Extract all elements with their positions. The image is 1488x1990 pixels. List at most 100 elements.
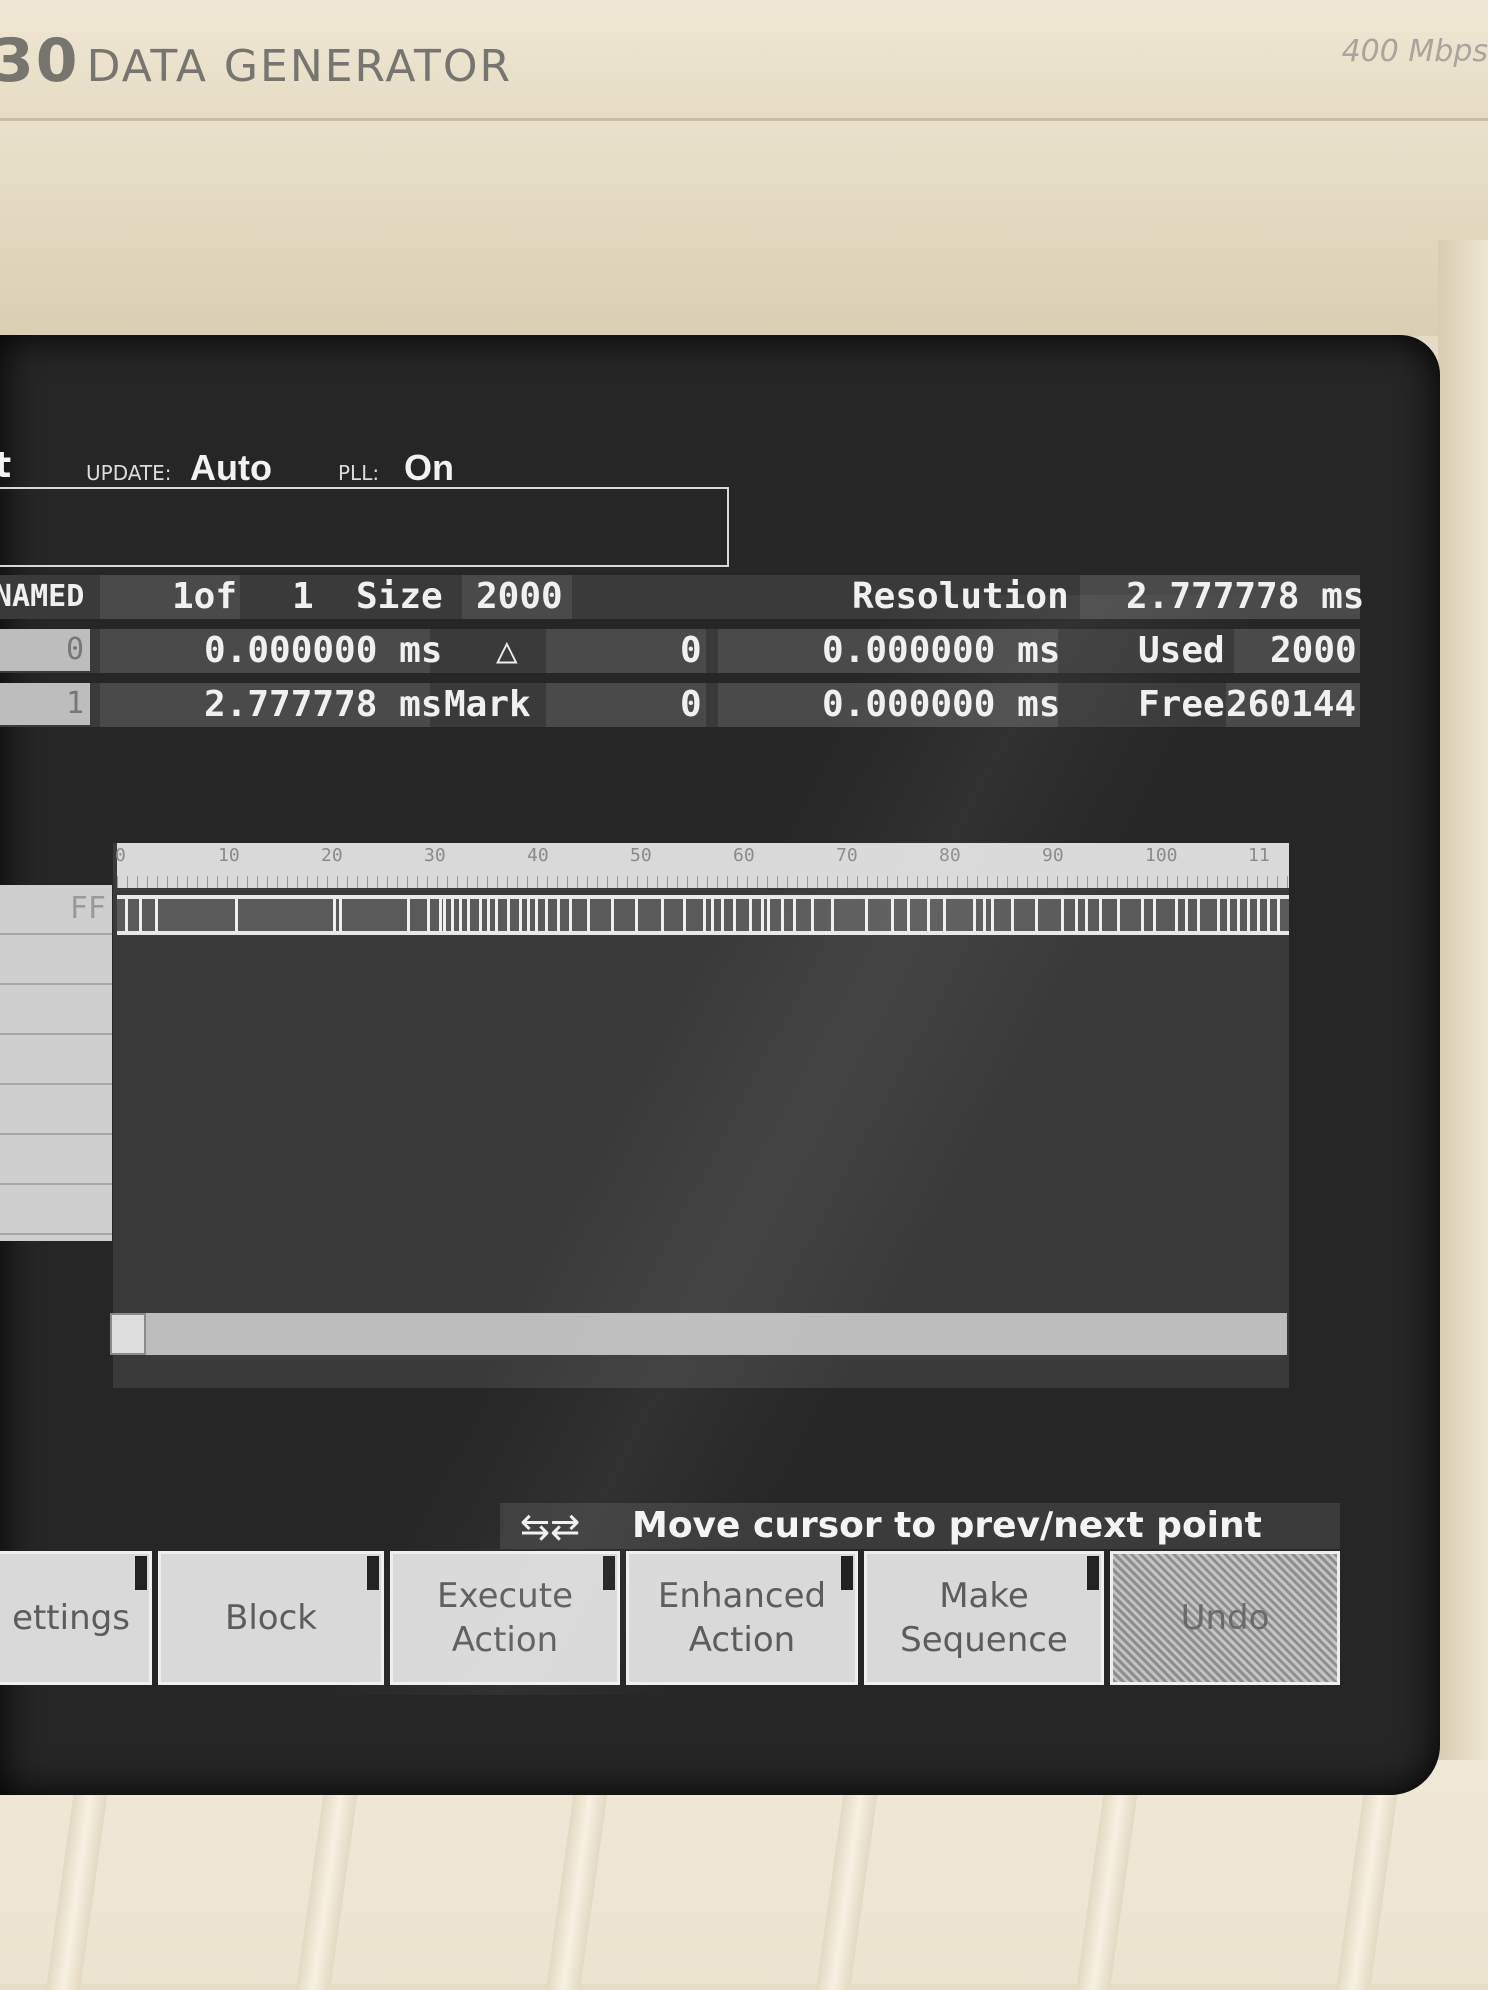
bus-transition	[1153, 899, 1156, 931]
bus-transition	[1185, 899, 1188, 931]
bus-transition	[1217, 899, 1220, 931]
block-softkey[interactable]: Block	[158, 1551, 384, 1685]
bus-transition	[1237, 899, 1240, 931]
submenu-indicator-icon	[135, 1556, 147, 1590]
bus-transition	[749, 899, 752, 931]
bezel-frame	[0, 121, 1488, 336]
ruler-tick-label: 60	[733, 845, 755, 866]
block-total: 1	[292, 576, 314, 617]
ruler-tick-label: 30	[424, 845, 446, 866]
bus-transition	[1175, 899, 1178, 931]
size-value: 2000	[476, 576, 563, 617]
block-info-row: NAMED 1of 1 Size 2000 Resolution 2.77777…	[0, 575, 1364, 619]
free-label: Free	[1138, 684, 1225, 725]
channel-row[interactable]	[0, 985, 112, 1035]
bus-transition	[535, 899, 538, 931]
execute-action-softkey[interactable]: Execute Action	[390, 1551, 620, 1685]
enhanced-action-softkey[interactable]: Enhanced Action	[626, 1551, 858, 1685]
ruler-tick-label: 80	[939, 845, 961, 866]
channel-row[interactable]	[0, 935, 112, 985]
instrument-top-panel: 30 DATA GENERATOR 400 Mbps	[0, 0, 1488, 121]
ruler-tick-label: 50	[630, 845, 652, 866]
channel-row[interactable]	[0, 1135, 112, 1185]
bus-transition	[1075, 899, 1078, 931]
mark-value: 0	[680, 684, 702, 725]
help-text: Move cursor to prev/next point	[632, 1505, 1262, 1546]
bus-transition	[1277, 899, 1280, 931]
bus-transition	[761, 899, 764, 931]
bus-transition	[683, 899, 686, 931]
make-sequence-softkey[interactable]: Make Sequence	[864, 1551, 1104, 1685]
cursor2-time: 2.777778 ms	[204, 684, 443, 725]
update-value[interactable]: Auto	[190, 447, 272, 489]
bus-transition	[545, 899, 548, 931]
used-label: Used	[1138, 630, 1225, 671]
bus-transition	[831, 899, 834, 931]
bus-transition	[1257, 899, 1260, 931]
ruler-tick-label: 70	[836, 845, 858, 866]
bus-transition	[495, 899, 498, 931]
ruler-tick-label: 100	[1145, 845, 1178, 866]
bus-transition	[339, 899, 342, 931]
waveform-transitions	[117, 899, 1289, 931]
bus-transition	[781, 899, 784, 931]
ruler-minor-ticks	[117, 876, 1289, 888]
bus-transition	[991, 899, 994, 931]
channel-row[interactable]	[0, 1085, 112, 1135]
horizontal-scrollbar[interactable]	[110, 1313, 1287, 1355]
model-name: DATA GENERATOR	[86, 41, 513, 92]
bus-transition	[793, 899, 796, 931]
pll-value[interactable]: On	[404, 447, 454, 489]
bus-transition	[865, 899, 868, 931]
bus-transition	[125, 899, 128, 931]
display-screen: t UPDATE: Auto PLL: On NAMED 1of 1 Size …	[0, 335, 1440, 1795]
channel-row[interactable]	[0, 1035, 112, 1085]
bus-transition	[467, 899, 470, 931]
bus-transition	[907, 899, 910, 931]
help-bar: ⇆⇄ Move cursor to prev/next point	[500, 1503, 1340, 1549]
free-value: 260144	[1226, 684, 1357, 725]
bus-transition	[1117, 899, 1120, 931]
bus-transition	[235, 899, 238, 931]
cursor2-box[interactable]: 1	[0, 683, 90, 725]
bus-transition	[519, 899, 522, 931]
delta-time: 0.000000 ms	[822, 630, 1061, 671]
bus-transition	[443, 899, 446, 931]
model-number: 30	[0, 26, 80, 96]
speed-label: 400 Mbps	[1341, 34, 1488, 69]
bus-transition	[943, 899, 946, 931]
bus-transition	[407, 899, 410, 931]
settings-softkey[interactable]: ettings	[0, 1551, 152, 1685]
submenu-indicator-icon	[1087, 1556, 1099, 1590]
bus-transition	[1011, 899, 1014, 931]
softkey-label: Enhanced Action	[657, 1575, 827, 1660]
bus-transition	[155, 899, 158, 931]
cursor1-box[interactable]: 0	[0, 629, 90, 671]
bus-transition	[439, 899, 442, 931]
bus-transition	[973, 899, 976, 931]
ruler-tick-label: 20	[321, 845, 343, 866]
waveform-bus[interactable]	[117, 895, 1289, 935]
submenu-indicator-icon	[603, 1556, 615, 1590]
ruler-tick-label: 90	[1042, 845, 1064, 866]
undo-softkey[interactable]: Undo	[1110, 1551, 1340, 1685]
bus-transition	[587, 899, 590, 931]
ruler-tick-label: 10	[218, 845, 240, 866]
delta-symbol: △	[496, 630, 518, 671]
bus-transition	[1247, 899, 1250, 931]
channel-row[interactable]	[0, 1185, 112, 1235]
bus-transition	[811, 899, 814, 931]
scroll-thumb[interactable]	[110, 1313, 146, 1355]
cursor-arrows-icon: ⇆⇄	[520, 1507, 581, 1548]
channel-list: FF	[0, 885, 112, 1241]
block-name-box[interactable]	[0, 487, 729, 567]
softkey-label: Make Sequence	[900, 1575, 1068, 1660]
time-ruler: 0 10 20 30 40 50 60 70 80 90 100 11	[115, 843, 1289, 888]
bus-transition	[983, 899, 986, 931]
used-value: 2000	[1270, 630, 1357, 671]
channel-row[interactable]: FF	[0, 885, 112, 935]
bus-transition	[1227, 899, 1230, 931]
bus-transition	[661, 899, 664, 931]
softkey-label: Block	[225, 1597, 317, 1638]
bus-transition	[721, 899, 724, 931]
